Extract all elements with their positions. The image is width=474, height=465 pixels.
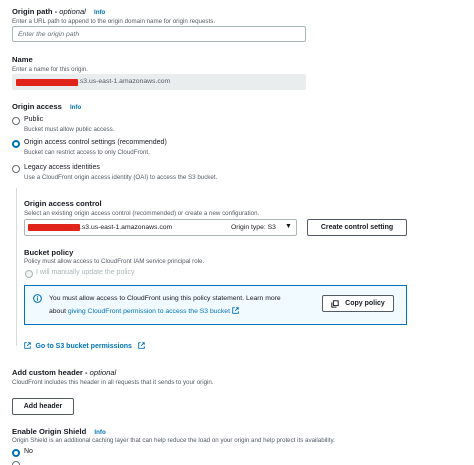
radio-origin-shield-no-label: No [24,448,33,455]
policy-alert: You must allow access to CloudFront usin… [24,285,407,325]
s3-permissions-link-row[interactable]: Go to S3 bucket permissions [24,335,146,353]
origin-path-input[interactable]: Enter the origin path [12,26,306,42]
indent-divider [16,188,17,346]
custom-header-label-text: Add custom header [12,368,83,377]
radio-origin-shield-no[interactable] [12,449,20,457]
info-icon [33,294,42,303]
external-link-icon [138,342,146,349]
bucket-policy-label: Bucket policy [24,248,74,257]
redacted-bucket-name [16,79,78,86]
radio-public[interactable] [12,117,20,125]
oac-label: Origin access control [24,199,102,208]
radio-origin-access-control[interactable] [12,140,20,148]
radio-oac-description: Bucket can restrict access to only Cloud… [24,149,150,156]
origin-type-text: Origin type: S3 [231,224,276,231]
origin-shield-info-link[interactable]: Info [94,429,105,436]
custom-header-description: CloudFront includes this header in all r… [12,379,214,386]
redacted-oac-name [28,224,80,231]
oac-value: .s3.us-east-1.amazonaws.com [80,224,173,231]
radio-legacy-identities[interactable] [12,165,20,173]
origin-path-label: Origin path - optional Info [12,7,106,16]
name-description: Enter a name for this origin. [12,66,89,73]
oac-select[interactable]: .s3.us-east-1.amazonaws.com Origin type:… [24,219,297,236]
alert-text-line1: You must allow access to CloudFront usin… [49,295,281,302]
origin-path-description: Enter a URL path to append to the origin… [12,18,216,25]
radio-origin-shield-yes[interactable] [12,461,20,465]
manual-update-label: I will manually update the policy [36,269,135,276]
alert-text-line2: about giving CloudFront permission to ac… [49,307,239,315]
copy-policy-label: Copy policy [345,300,385,307]
origin-shield-description: Origin Shield is an additional caching l… [12,437,335,444]
origin-shield-label: Enable Origin Shield Info [12,427,106,436]
origin-access-info-link[interactable]: Info [70,104,81,111]
radio-legacy-label: Legacy access identities [24,164,100,171]
origin-path-label-text: Origin path [12,7,53,16]
copy-icon [331,299,339,308]
origin-shield-label-text: Enable Origin Shield [12,427,87,436]
origin-access-label-text: Origin access [12,102,62,111]
external-link-icon [232,307,239,314]
alert-text-prefix: about [49,308,67,315]
name-label: Name [12,55,33,64]
origin-path-placeholder: Enter the origin path [18,31,80,38]
name-input[interactable]: .s3.us-east-1.amazonaws.com [12,74,306,90]
external-link-icon [24,342,31,349]
origin-path-info-link[interactable]: Info [94,9,105,16]
s3-permissions-link[interactable]: Go to S3 bucket permissions [35,343,131,350]
optional-tag: optional [89,368,117,377]
alert-permission-link[interactable]: giving CloudFront permission to access t… [68,308,230,315]
radio-public-label: Public [24,116,44,123]
chevron-down-icon: ▼ [285,223,292,230]
copy-policy-button[interactable]: Copy policy [322,295,394,312]
radio-legacy-description: Use a CloudFront origin access identity … [24,174,218,181]
oac-description: Select an existing origin access control… [24,210,260,217]
radio-oac-label: Origin access control settings (recommen… [24,139,167,146]
custom-header-label: Add custom header - optional [12,368,117,377]
origin-access-label: Origin access Info [12,102,81,111]
optional-tag: optional [59,7,86,16]
radio-manual-update[interactable] [25,270,33,278]
radio-public-description: Bucket must allow public access. [24,126,115,133]
add-header-button[interactable]: Add header [12,398,74,415]
create-control-setting-button[interactable]: Create control setting [307,219,407,236]
name-value: .s3.us-east-1.amazonaws.com [78,78,171,85]
bucket-policy-description: Policy must allow access to CloudFront I… [24,258,205,265]
